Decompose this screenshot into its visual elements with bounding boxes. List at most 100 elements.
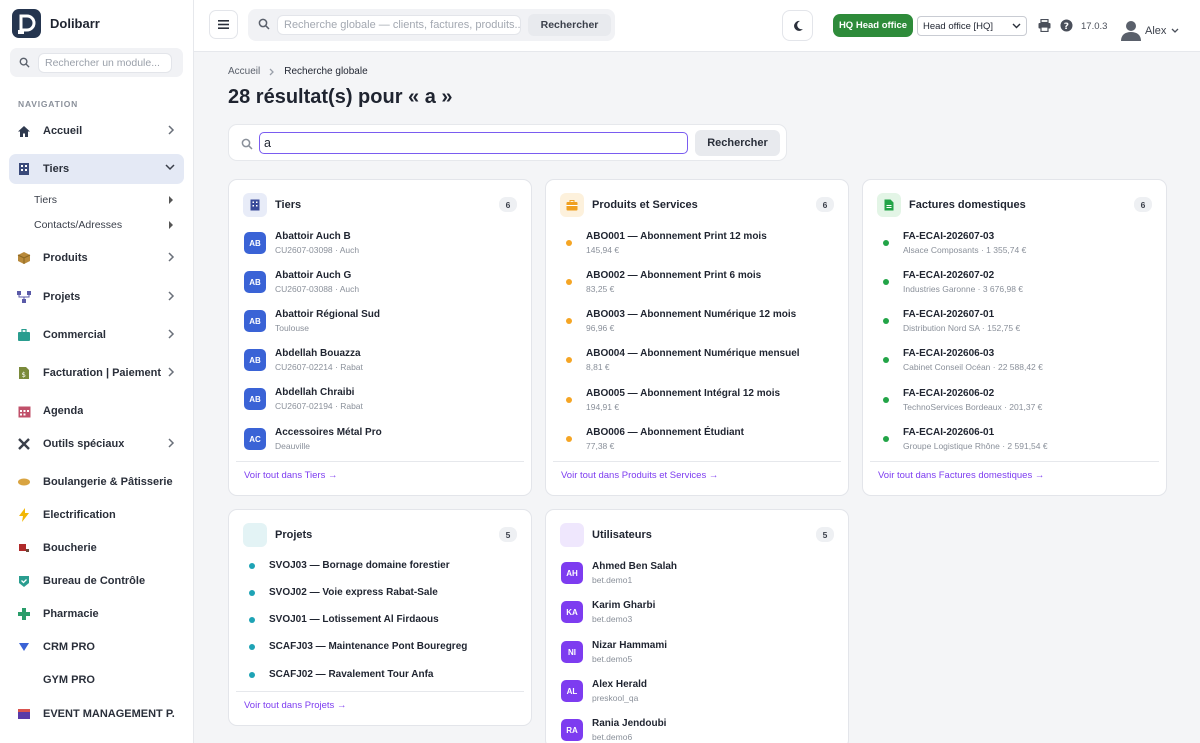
list-item[interactable]: SVOJ01 — Lotissement Al Firdaous — [244, 614, 439, 625]
box-icon — [560, 193, 584, 217]
sidebar-item-event-management[interactable]: EVENT MANAGEMENT P... — [9, 699, 184, 729]
result-count-badge: 5 — [816, 527, 834, 542]
sidebar-item-crm-pro[interactable]: CRM PRO — [9, 632, 184, 662]
page-title: 28 résultat(s) pour « a » — [228, 86, 453, 108]
user-avatar-icon[interactable] — [1121, 19, 1141, 41]
list-item[interactable]: RA Rania Jendoubi bet.demo6 — [561, 718, 666, 742]
sidebar-item-accueil[interactable]: Accueil — [9, 116, 184, 146]
avatar: RA — [561, 719, 583, 741]
divider — [236, 461, 524, 462]
global-search-input[interactable]: Recherche globale — clients, factures, p… — [277, 15, 521, 35]
list-item[interactable]: FA-ECAI-202607-03 Alsace Composants · 1 3… — [878, 231, 1026, 255]
list-item[interactable]: FA-ECAI-202607-02 Industries Garonne · 3 … — [878, 270, 1023, 294]
sidebar-item-projets[interactable]: Projets — [9, 282, 184, 312]
chevron-right-icon — [269, 68, 275, 75]
sidebar-item-facturation[interactable]: $ Facturation | Paiement — [9, 358, 184, 388]
list-item[interactable]: ABO003 — Abonnement Numérique 12 mois 96,… — [561, 309, 796, 333]
entity-select[interactable]: Head office [HQ] — [917, 16, 1027, 36]
tiers-results-card: Tiers 6 AB Abattoir Auch B CU2607-03098 ·… — [228, 179, 532, 496]
sidebar-item-gym-pro[interactable]: GYM PRO — [9, 665, 184, 695]
user-icon — [560, 523, 584, 547]
sidebar-item-boulangerie[interactable]: Boulangerie & Pâtisserie — [9, 467, 184, 497]
list-item[interactable]: NI Nizar Hammami bet.demo5 — [561, 640, 667, 664]
result-count-badge: 6 — [1134, 197, 1152, 212]
chevron-down-icon — [165, 164, 175, 171]
module-search-input[interactable]: Rechercher un module... — [38, 52, 172, 73]
arrow-right-icon: → — [708, 470, 719, 481]
list-item[interactable]: ABO002 — Abonnement Print 6 mois 83,25 € — [561, 270, 761, 294]
list-item[interactable]: ABO005 — Abonnement Intégral 12 mois 194,… — [561, 388, 780, 412]
results-search-input[interactable]: a — [259, 132, 688, 154]
theme-toggle-button[interactable] — [782, 10, 813, 41]
products-results-card: Produits et Services 6 ABO001 — Abonneme… — [545, 179, 849, 496]
list-item[interactable]: AB Abdellah Bouazza CU2607-02214 · Rabat — [244, 348, 363, 372]
see-all-invoices-link[interactable]: Voir tout dans Factures domestiques → — [878, 470, 1044, 481]
results-search-button[interactable]: Rechercher — [695, 130, 780, 156]
hamburger-icon — [218, 20, 229, 29]
arrow-right-icon: → — [336, 700, 347, 711]
project-icon — [243, 523, 267, 547]
list-item[interactable]: AC Accessoires Métal Pro Deauville — [244, 427, 382, 451]
see-all-tiers-link[interactable]: Voir tout dans Tiers → — [244, 470, 337, 481]
list-item[interactable]: SCAFJ02 — Ravalement Tour Anfa — [244, 669, 433, 680]
sidebar-item-bureau-controle[interactable]: Bureau de Contrôle — [9, 566, 184, 596]
breadcrumb-current: Recherche globale — [284, 66, 368, 77]
search-icon — [19, 57, 30, 68]
list-item[interactable]: AL Alex Herald preskool_qa — [561, 679, 647, 703]
see-all-projects-link[interactable]: Voir tout dans Projets → — [244, 700, 346, 711]
list-item[interactable]: SVOJ02 — Voie express Rabat-Sale — [244, 587, 438, 598]
sidebar-item-tiers[interactable]: Tiers — [9, 154, 184, 184]
sidebar-item-commercial[interactable]: Commercial — [9, 320, 184, 350]
event-icon — [17, 707, 31, 721]
status-dot — [249, 589, 255, 596]
invoice-icon — [877, 193, 901, 217]
chevron-down-icon[interactable] — [1171, 28, 1179, 34]
help-icon[interactable]: ? — [1060, 19, 1073, 32]
list-item[interactable]: FA-ECAI-202606-01 Groupe Logistique Rhône… — [878, 427, 1048, 451]
sidebar-item-pharmacie[interactable]: Pharmacie — [9, 599, 184, 629]
list-item[interactable]: SCAFJ03 — Maintenance Pont Bouregreg — [244, 641, 467, 652]
status-dot — [883, 240, 889, 246]
username[interactable]: Alex — [1145, 25, 1166, 37]
menu-toggle-button[interactable] — [209, 10, 238, 39]
see-all-products-link[interactable]: Voir tout dans Produits et Services → — [561, 470, 718, 481]
briefcase-icon — [17, 328, 31, 342]
topbar: Recherche globale — clients, factures, p… — [194, 0, 1200, 52]
status-dot — [566, 397, 572, 403]
list-item[interactable]: AH Ahmed Ben Salah bet.demo1 — [561, 561, 677, 585]
chevron-right-icon — [168, 367, 175, 377]
list-item[interactable]: ABO004 — Abonnement Numérique mensuel 8,8… — [561, 348, 800, 372]
sidebar-item-produits[interactable]: Produits — [9, 243, 184, 273]
list-item[interactable]: SVOJ03 — Bornage domaine forestier — [244, 560, 450, 571]
brand[interactable]: Dolibarr — [12, 9, 100, 38]
sidebar-item-agenda[interactable]: Agenda — [9, 396, 184, 426]
status-dot — [249, 671, 255, 678]
sidebar-item-outils[interactable]: Outils spéciaux — [9, 429, 184, 459]
sidebar-item-electrification[interactable]: Electrification — [9, 500, 184, 530]
list-item[interactable]: FA-ECAI-202606-03 Cabinet Conseil Océan ·… — [878, 348, 1043, 372]
chevron-down-icon — [1012, 23, 1021, 29]
calendar-icon — [17, 404, 31, 418]
list-item[interactable]: AB Abattoir Régional Sud Toulouse — [244, 309, 380, 333]
sidebar: Dolibarr Rechercher un module... NAVIGAT… — [0, 0, 194, 743]
list-item[interactable]: ABO006 — Abonnement Étudiant 77,38 € — [561, 427, 744, 451]
list-item[interactable]: AB Abdellah Chraibi CU2607-02194 · Rabat — [244, 387, 363, 411]
sidebar-item-boucherie[interactable]: Boucherie — [9, 533, 184, 563]
status-dot — [566, 279, 572, 285]
list-item[interactable]: KA Karim Gharbi bet.demo3 — [561, 600, 655, 624]
entity-badge: HQ Head office — [833, 14, 913, 37]
sidebar-subitem-contacts[interactable]: Contacts/Adresses — [34, 215, 179, 235]
list-item[interactable]: ABO001 — Abonnement Print 12 mois 145,94 … — [561, 231, 767, 255]
project-icon — [17, 290, 31, 304]
list-item[interactable]: FA-ECAI-202606-02 TechnoServices Bordeaux… — [878, 388, 1042, 412]
printer-icon[interactable] — [1038, 19, 1051, 32]
global-search-button[interactable]: Rechercher — [528, 14, 611, 36]
list-item[interactable]: AB Abattoir Auch B CU2607-03098 · Auch — [244, 231, 359, 255]
sidebar-subitem-tiers[interactable]: Tiers — [34, 190, 179, 210]
list-item[interactable]: AB Abattoir Auch G CU2607-03088 · Auch — [244, 270, 359, 294]
card-title: Tiers — [275, 199, 302, 211]
breadcrumb-home-link[interactable]: Accueil — [228, 66, 260, 77]
result-count-badge: 5 — [499, 527, 517, 542]
list-item[interactable]: FA-ECAI-202607-01 Distribution Nord SA · … — [878, 309, 1020, 333]
status-dot — [566, 357, 572, 363]
